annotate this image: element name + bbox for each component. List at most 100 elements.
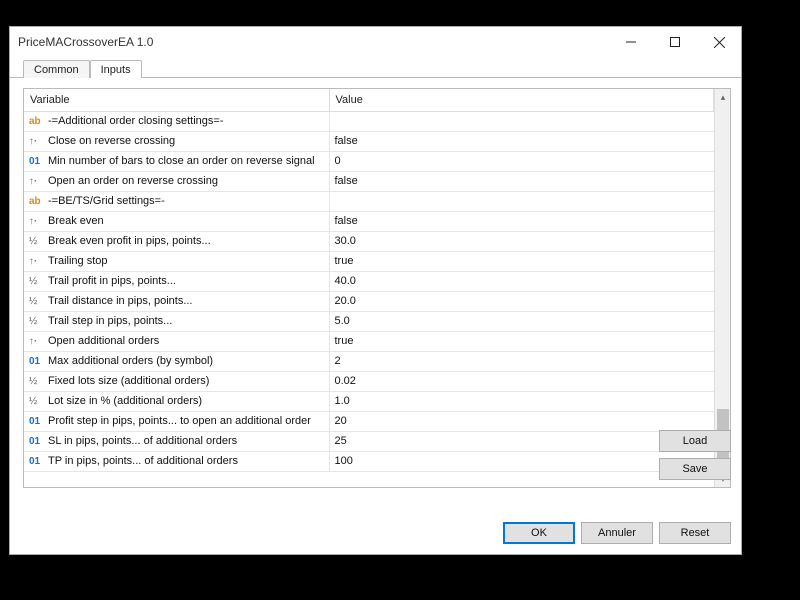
- variable-cell[interactable]: ab -=Additional order closing settings=-: [24, 111, 329, 131]
- variable-cell[interactable]: ½Trail step in pips, points...: [24, 311, 329, 331]
- col-variable[interactable]: Variable: [24, 89, 329, 111]
- tab-common[interactable]: Common: [23, 60, 90, 78]
- tab-content: Variable Value ab -=Additional order clos…: [10, 78, 741, 488]
- table-row[interactable]: 01TP in pips, points... of additional or…: [24, 451, 714, 471]
- table-row[interactable]: ½Lot size in % (additional orders)1.0: [24, 391, 714, 411]
- variable-cell[interactable]: 01Max additional orders (by symbol): [24, 351, 329, 371]
- variable-cell[interactable]: ½ Break even profit in pips, points...: [24, 231, 329, 251]
- col-value[interactable]: Value: [329, 89, 714, 111]
- table-row[interactable]: 01 SL in pips, points... of additional or…: [24, 431, 714, 451]
- parameters-table-frame: Variable Value ab -=Additional order clos…: [23, 88, 731, 488]
- vertical-scrollbar[interactable]: ▴ ▾: [714, 89, 730, 487]
- variable-name: Min number of bars to close an order on …: [48, 155, 315, 167]
- int-icon: 01: [29, 456, 43, 467]
- variable-name: SL in pips, points... of additional orde…: [48, 435, 237, 447]
- variable-name: Break even profit in pips, points...: [48, 235, 211, 247]
- ab-icon: ab: [29, 196, 43, 207]
- variable-name: -=BE/TS/Grid settings=-: [48, 195, 165, 207]
- variable-cell[interactable]: ↑∙Trailing stop: [24, 251, 329, 271]
- variable-name: Profit step in pips, points... to open a…: [48, 415, 311, 427]
- value-cell[interactable]: 20.0: [329, 291, 714, 311]
- table-row[interactable]: ↑∙ Close on reverse crossing false: [24, 131, 714, 151]
- bool-icon: ↑∙: [29, 336, 43, 347]
- side-button-group: Load Save: [659, 430, 731, 480]
- variable-cell[interactable]: ↑∙ Close on reverse crossing: [24, 131, 329, 151]
- table-row[interactable]: ½Trail step in pips, points...5.0: [24, 311, 714, 331]
- table-row[interactable]: ↑∙Open an order on reverse crossingfalse: [24, 171, 714, 191]
- variable-name: Trailing stop: [48, 255, 108, 267]
- table-row[interactable]: ½ Break even profit in pips, points... 30.…: [24, 231, 714, 251]
- table-row[interactable]: ab -=BE/TS/Grid settings=-: [24, 191, 714, 211]
- variable-name: Fixed lots size (additional orders): [48, 375, 209, 387]
- value-cell[interactable]: true: [329, 251, 714, 271]
- value-cell[interactable]: false: [329, 211, 714, 231]
- value-cell[interactable]: 0: [329, 151, 714, 171]
- value-cell[interactable]: 100: [329, 451, 714, 471]
- value-cell[interactable]: 5.0: [329, 311, 714, 331]
- table-row[interactable]: 01 Min number of bars to close an order o…: [24, 151, 714, 171]
- value-cell[interactable]: [329, 111, 714, 131]
- frac-icon: ½: [29, 316, 43, 327]
- table-row[interactable]: ↑∙Trailing stoptrue: [24, 251, 714, 271]
- variable-cell[interactable]: ½ Fixed lots size (additional orders): [24, 371, 329, 391]
- variable-cell[interactable]: 01 SL in pips, points... of additional or…: [24, 431, 329, 451]
- minimize-button[interactable]: [609, 27, 653, 57]
- bool-icon: ↑∙: [29, 136, 43, 147]
- variable-cell[interactable]: ↑∙Break even: [24, 211, 329, 231]
- value-cell[interactable]: true: [329, 331, 714, 351]
- value-cell[interactable]: 20: [329, 411, 714, 431]
- value-cell[interactable]: false: [329, 171, 714, 191]
- save-button[interactable]: Save: [659, 458, 731, 480]
- variable-name: Close on reverse crossing: [48, 135, 175, 147]
- ab-icon: ab: [29, 116, 43, 127]
- value-cell[interactable]: 25: [329, 431, 714, 451]
- variable-cell[interactable]: ↑∙Open an order on reverse crossing: [24, 171, 329, 191]
- tab-inputs[interactable]: Inputs: [90, 60, 142, 78]
- frac-icon: ½: [29, 236, 43, 247]
- value-cell[interactable]: 2: [329, 351, 714, 371]
- table-row[interactable]: ↑∙Break evenfalse: [24, 211, 714, 231]
- table-row[interactable]: ½ Fixed lots size (additional orders) 0.02: [24, 371, 714, 391]
- variable-cell[interactable]: ½ Trail distance in pips, points...: [24, 291, 329, 311]
- table-row[interactable]: ab -=Additional order closing settings=-: [24, 111, 714, 131]
- value-cell[interactable]: 1.0: [329, 391, 714, 411]
- titlebar: PriceMACrossoverEA 1.0: [10, 27, 741, 57]
- table-row[interactable]: 01 Profit step in pips, points... to open…: [24, 411, 714, 431]
- frac-icon: ½: [29, 276, 43, 287]
- variable-name: Lot size in % (additional orders): [48, 395, 202, 407]
- frac-icon: ½: [29, 376, 43, 387]
- variable-name: -=Additional order closing settings=-: [48, 115, 223, 127]
- maximize-button[interactable]: [653, 27, 697, 57]
- variable-cell[interactable]: ½Lot size in % (additional orders): [24, 391, 329, 411]
- variable-cell[interactable]: 01 Min number of bars to close an order o…: [24, 151, 329, 171]
- variable-name: Open an order on reverse crossing: [48, 175, 218, 187]
- variable-cell[interactable]: ab -=BE/TS/Grid settings=-: [24, 191, 329, 211]
- load-button[interactable]: Load: [659, 430, 731, 452]
- parameters-grid[interactable]: Variable Value ab -=Additional order clos…: [24, 89, 714, 487]
- value-cell[interactable]: 0.02: [329, 371, 714, 391]
- bottom-button-group: OK Annuler Reset: [503, 522, 731, 544]
- value-cell[interactable]: [329, 191, 714, 211]
- int-icon: 01: [29, 436, 43, 447]
- cancel-button[interactable]: Annuler: [581, 522, 653, 544]
- reset-button[interactable]: Reset: [659, 522, 731, 544]
- variable-cell[interactable]: 01 Profit step in pips, points... to open…: [24, 411, 329, 431]
- value-cell[interactable]: 30.0: [329, 231, 714, 251]
- table-row[interactable]: ½Trail profit in pips, points...40.0: [24, 271, 714, 291]
- table-row[interactable]: ½ Trail distance in pips, points... 20.0: [24, 291, 714, 311]
- table-row[interactable]: 01Max additional orders (by symbol)2: [24, 351, 714, 371]
- variable-name: Trail distance in pips, points...: [48, 295, 193, 307]
- ok-button[interactable]: OK: [503, 522, 575, 544]
- value-cell[interactable]: false: [329, 131, 714, 151]
- dialog-window: PriceMACrossoverEA 1.0 Common Inputs Var…: [9, 26, 742, 555]
- value-cell[interactable]: 40.0: [329, 271, 714, 291]
- int-icon: 01: [29, 416, 43, 427]
- int-icon: 01: [29, 156, 43, 167]
- scroll-up-icon[interactable]: ▴: [715, 89, 731, 105]
- close-button[interactable]: [697, 27, 741, 57]
- table-row[interactable]: ↑∙Open additional orderstrue: [24, 331, 714, 351]
- variable-cell[interactable]: ½Trail profit in pips, points...: [24, 271, 329, 291]
- frac-icon: ½: [29, 296, 43, 307]
- variable-cell[interactable]: ↑∙Open additional orders: [24, 331, 329, 351]
- variable-cell[interactable]: 01TP in pips, points... of additional or…: [24, 451, 329, 471]
